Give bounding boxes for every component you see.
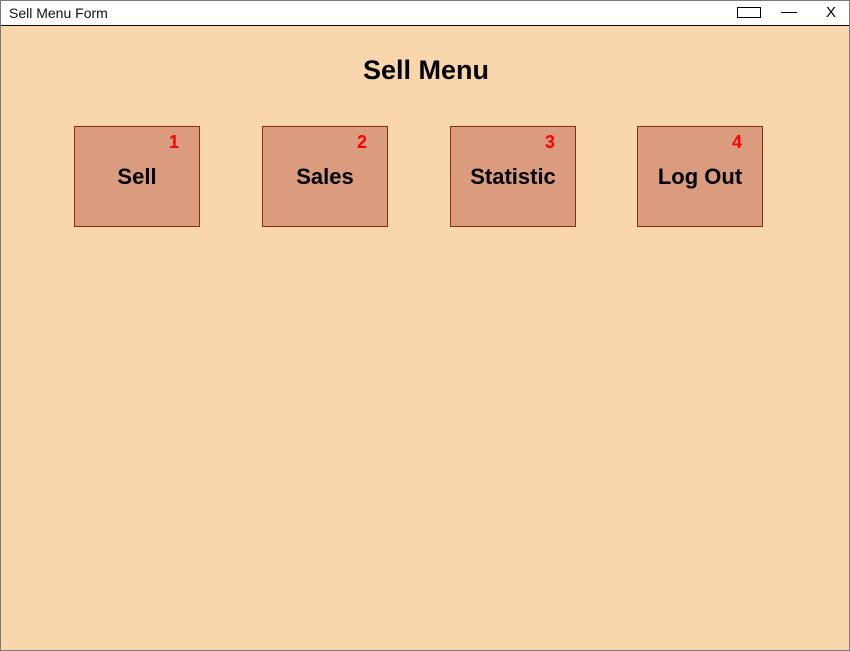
sell-shortcut-number: 1	[169, 132, 180, 152]
statistic-button[interactable]: 3 Statistic	[450, 126, 576, 227]
log-out-button[interactable]: 4 Log Out	[637, 126, 763, 227]
sales-button-label: Sales	[296, 164, 354, 189]
sales-shortcut-number: 2	[357, 132, 368, 152]
statistic-shortcut-number: 3	[545, 132, 556, 152]
sell-button[interactable]: 1 Sell	[74, 126, 200, 227]
page-title: Sell Menu	[362, 55, 490, 85]
log-out-shortcut-number: 4	[732, 132, 743, 152]
log-out-button-label: Log Out	[657, 164, 743, 189]
statistic-button-label: Statistic	[470, 164, 556, 189]
minimize-icon	[781, 12, 797, 13]
sales-button[interactable]: 2 Sales	[262, 126, 388, 227]
sell-button-label: Sell	[117, 164, 157, 189]
sell-menu-window: Sell Menu Form X Sell Menu 1 Sell 2 Sale…	[0, 0, 850, 651]
maximize-icon	[737, 7, 761, 18]
window-title: Sell Menu Form	[9, 5, 108, 21]
window-titlebar: Sell Menu Form X	[1, 1, 849, 26]
minimize-button[interactable]	[779, 1, 801, 25]
close-button[interactable]: X	[821, 1, 841, 25]
maximize-button[interactable]	[736, 1, 764, 25]
close-icon: X	[825, 4, 836, 21]
